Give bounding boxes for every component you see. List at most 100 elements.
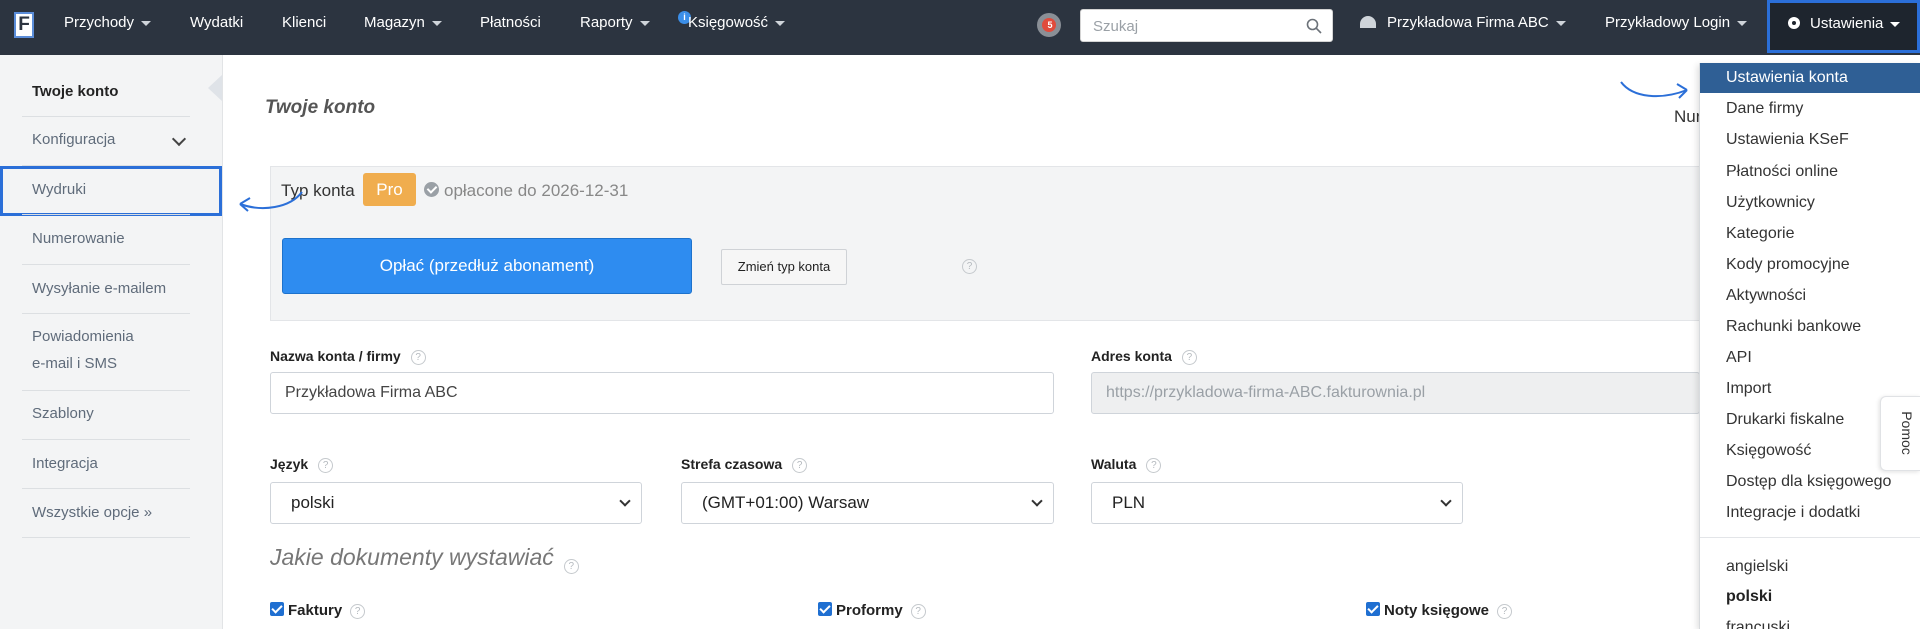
- nav-raporty[interactable]: Raporty: [580, 0, 650, 55]
- firm-name: Przykładowa Firma ABC: [1387, 14, 1549, 31]
- main-content: Twoje konto Nur Typ konta Pro opłacone d…: [224, 55, 1710, 629]
- nav-label: Księgowość: [688, 14, 769, 31]
- menu-divider: [1700, 537, 1920, 538]
- checkbox-label: Proformy: [836, 602, 903, 619]
- menu-item-platnosci-online[interactable]: Płatności online: [1700, 157, 1920, 187]
- menu-item-kody-promocyjne[interactable]: Kody promocyjne: [1700, 250, 1920, 280]
- label-text: Waluta: [1091, 456, 1137, 472]
- sidebar-divider: [22, 116, 190, 117]
- login-menu[interactable]: Przykładowy Login: [1605, 0, 1748, 55]
- doc-type-proformy[interactable]: Proformy?: [818, 602, 926, 619]
- help-icon[interactable]: ?: [1146, 458, 1162, 473]
- nav-ksiegowosc[interactable]: Księgowość: [688, 0, 786, 55]
- menu-item-uzytkownicy[interactable]: Użytkownicy: [1700, 188, 1920, 218]
- help-icon[interactable]: ?: [563, 559, 579, 574]
- caret-down-icon: [1737, 20, 1748, 26]
- checkbox-label: Faktury: [288, 602, 343, 619]
- notification-count: 5: [1047, 20, 1053, 30]
- menu-item-ustawienia-ksef[interactable]: Ustawienia KSeF: [1700, 125, 1920, 155]
- doc-type-noty[interactable]: Noty księgowe?: [1366, 602, 1513, 619]
- select-value: (GMT+01:00) Warsaw: [702, 493, 870, 512]
- nav-platnosci[interactable]: Płatności: [480, 0, 541, 55]
- sidebar-item-numerowanie[interactable]: Numerowanie: [32, 230, 200, 247]
- checkbox-checked-icon[interactable]: [1366, 602, 1380, 616]
- paid-until-text: opłacone do 2026-12-31: [444, 181, 629, 200]
- menu-item-api[interactable]: API: [1700, 343, 1920, 373]
- help-side-tab[interactable]: Pomoc: [1880, 396, 1920, 471]
- doc-type-faktury[interactable]: Faktury?: [270, 602, 366, 619]
- checkbox-checked-icon[interactable]: [818, 602, 832, 616]
- language-option-francuski[interactable]: francuski: [1726, 619, 1790, 629]
- select-value: polski: [291, 493, 335, 512]
- timezone-label: Strefa czasowa?: [681, 456, 808, 473]
- nav-przychody[interactable]: Przychody: [64, 0, 152, 55]
- change-account-type-button[interactable]: Zmień typ konta: [721, 249, 847, 285]
- menu-item-kategorie[interactable]: Kategorie: [1700, 219, 1920, 249]
- sidebar-item-label: Powiadomienia: [32, 328, 134, 345]
- menu-item-aktywnosci[interactable]: Aktywności: [1700, 281, 1920, 311]
- menu-item-dane-firmy[interactable]: Dane firmy: [1700, 94, 1920, 124]
- firm-selector[interactable]: Przykładowa Firma ABC: [1360, 0, 1566, 55]
- sidebar-divider: [22, 439, 190, 440]
- sidebar-divider: [22, 537, 190, 538]
- page-title: Twoje konto: [265, 97, 376, 118]
- checkbox-checked-icon[interactable]: [270, 602, 284, 616]
- pay-subscription-button[interactable]: Opłać (przedłuż abonament): [282, 238, 692, 294]
- annotation-arrow-right-icon: [1620, 81, 1688, 99]
- language-option-polski[interactable]: polski: [1726, 588, 1772, 606]
- language-label: Język?: [270, 456, 334, 473]
- help-icon[interactable]: ?: [962, 259, 977, 274]
- sidebar-divider: [22, 313, 190, 314]
- settings-dropdown-menu: Ustawienia konta Dane firmy Ustawienia K…: [1699, 63, 1920, 629]
- help-icon[interactable]: ?: [792, 458, 808, 473]
- search-input[interactable]: [1093, 16, 1293, 36]
- settings-menu-button[interactable]: Ustawienia: [1767, 0, 1920, 53]
- account-name-label: Nazwa konta / firmy?: [270, 348, 426, 365]
- nav-label: Wydatki: [190, 14, 244, 31]
- nav-label: Magazyn: [364, 14, 425, 31]
- currency-label: Waluta?: [1091, 456, 1162, 473]
- sidebar-item-wydruki[interactable]: Wydruki: [32, 181, 200, 198]
- sidebar-item-powiadomienia[interactable]: Powiadomienia e-mail i SMS: [32, 328, 200, 372]
- caret-down-icon: [1555, 20, 1566, 26]
- timezone-select[interactable]: (GMT+01:00) Warsaw: [681, 482, 1054, 524]
- sidebar-item-szablony[interactable]: Szablony: [32, 405, 200, 422]
- sidebar: Twoje konto Konfiguracja Wydruki Numerow…: [0, 55, 223, 629]
- account-name-input[interactable]: Przykładowa Firma ABC: [270, 372, 1054, 414]
- caret-down-icon: [431, 20, 442, 26]
- language-select[interactable]: polski: [270, 482, 642, 524]
- nav-label: Raporty: [580, 14, 633, 31]
- notifications-gear-icon[interactable]: 5: [1037, 13, 1063, 39]
- sidebar-collapse-toggle[interactable]: [208, 75, 222, 101]
- label-text: Język: [270, 456, 309, 472]
- sidebar-divider: [22, 264, 190, 265]
- search-icon[interactable]: [1306, 18, 1322, 34]
- sidebar-item-integracja[interactable]: Integracja: [32, 455, 200, 472]
- sidebar-item-wysylanie[interactable]: Wysyłanie e-mailem: [32, 280, 200, 297]
- sidebar-item-twoje-konto[interactable]: Twoje konto: [32, 83, 200, 100]
- help-icon[interactable]: ?: [1181, 350, 1197, 365]
- menu-item-dostep-ksiegowego[interactable]: Dostęp dla księgowego: [1700, 467, 1920, 497]
- help-icon[interactable]: ?: [410, 350, 426, 365]
- menu-item-ustawienia-konta[interactable]: Ustawienia konta: [1700, 63, 1920, 93]
- nav-klienci[interactable]: Klienci: [282, 0, 326, 55]
- menu-item-integracje[interactable]: Integracje i dodatki: [1700, 498, 1920, 528]
- help-icon[interactable]: ?: [1497, 604, 1513, 619]
- help-tab-label: Pomoc: [1898, 411, 1915, 455]
- settings-label: Ustawienia: [1810, 15, 1884, 32]
- language-option-angielski[interactable]: angielski: [1726, 558, 1788, 576]
- currency-select[interactable]: PLN: [1091, 482, 1463, 524]
- app-logo[interactable]: F: [14, 12, 34, 38]
- nav-wydatki[interactable]: Wydatki: [190, 0, 243, 55]
- help-icon[interactable]: ?: [350, 604, 366, 619]
- sidebar-item-wszystkie-opcje[interactable]: Wszystkie opcje »: [32, 504, 200, 521]
- plan-badge: Pro: [363, 173, 416, 206]
- caret-down-icon: [141, 20, 152, 26]
- help-icon[interactable]: ?: [318, 458, 334, 473]
- check-circle-icon: [424, 182, 439, 197]
- search-box: [1080, 9, 1333, 42]
- menu-item-rachunki-bankowe[interactable]: Rachunki bankowe: [1700, 312, 1920, 342]
- nav-magazyn[interactable]: Magazyn: [364, 0, 442, 55]
- help-icon[interactable]: ?: [910, 604, 926, 619]
- caret-down-icon: [775, 20, 786, 26]
